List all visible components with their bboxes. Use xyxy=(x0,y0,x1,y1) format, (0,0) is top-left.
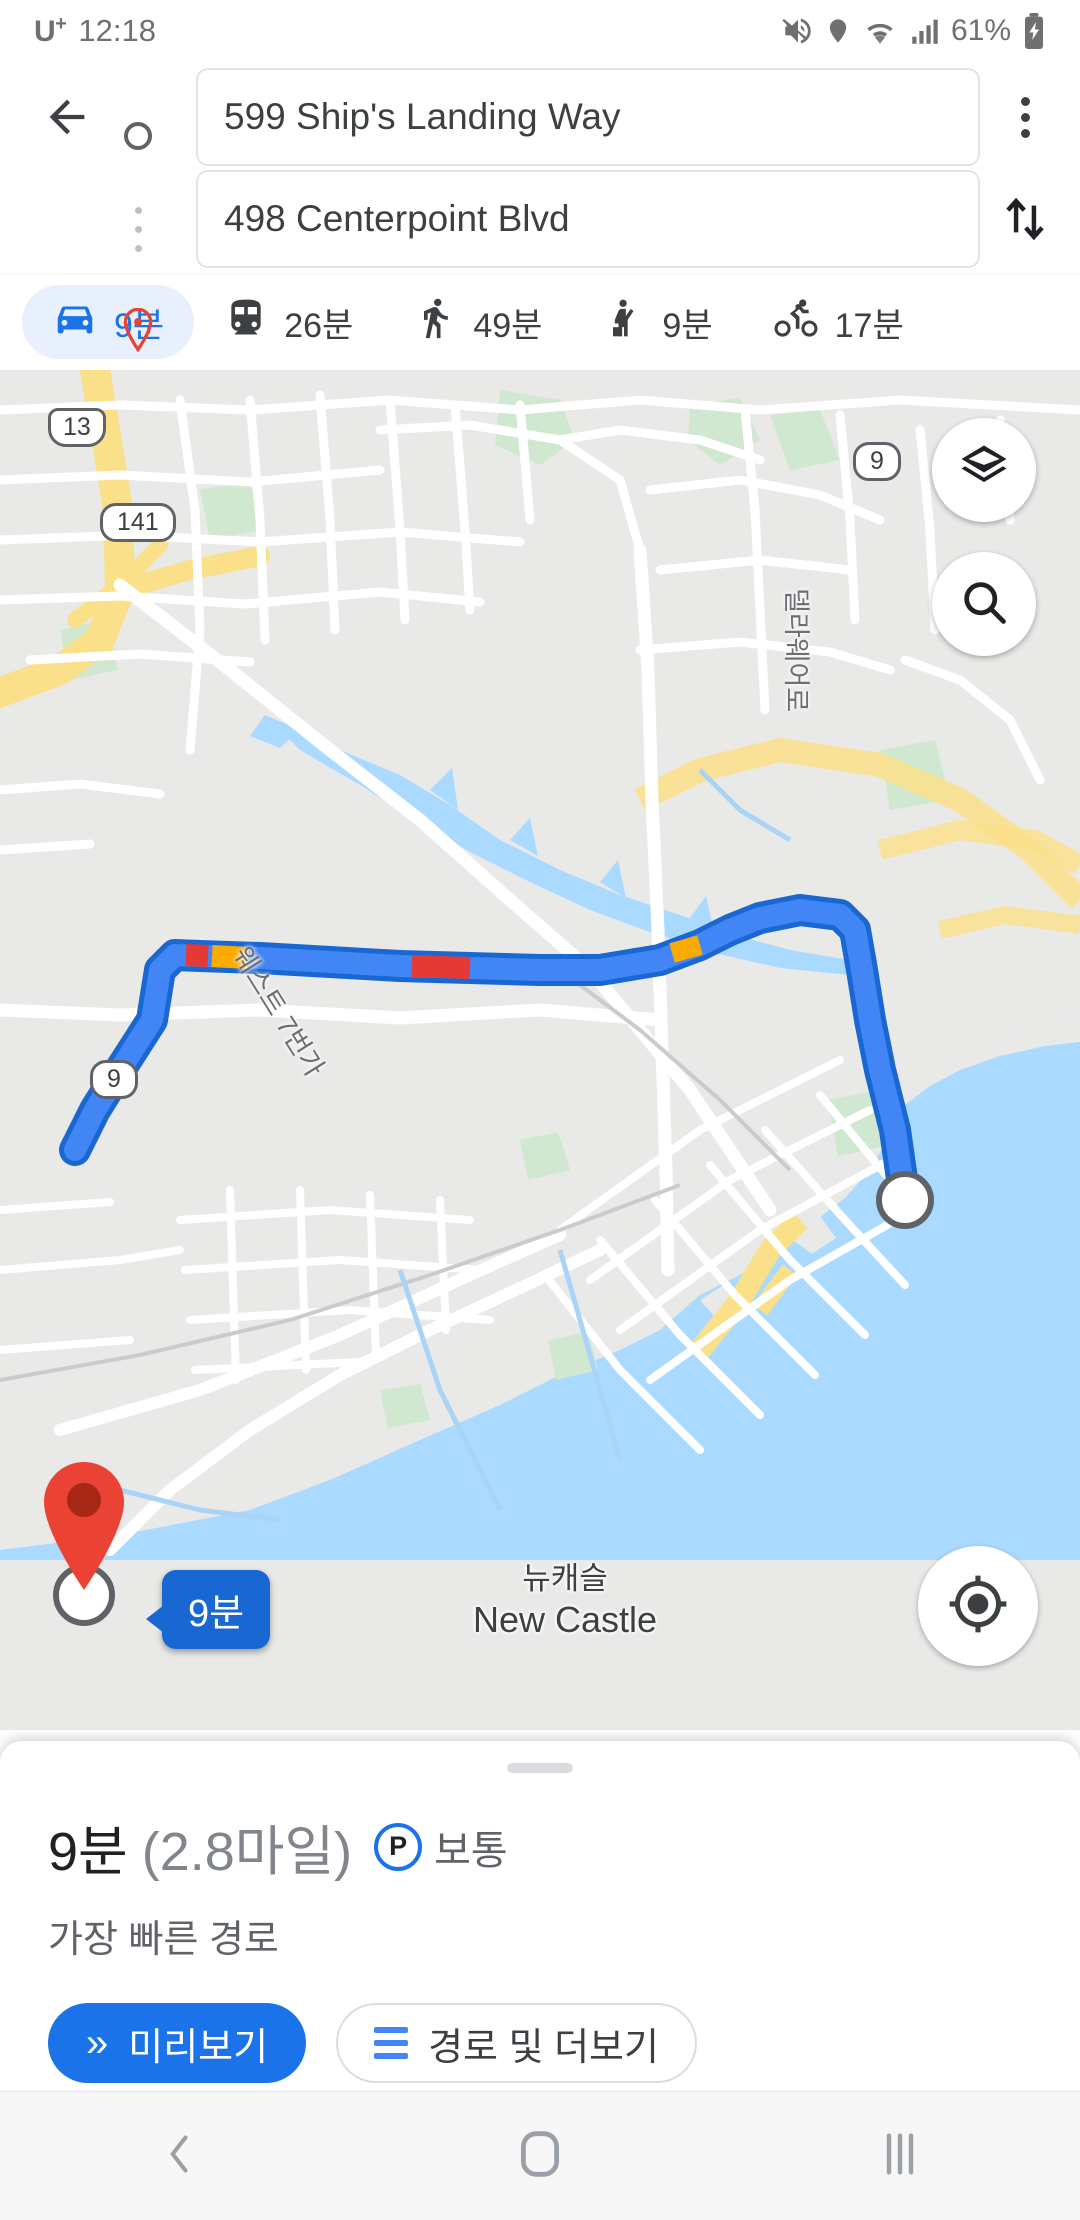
drag-handle[interactable] xyxy=(507,1763,573,1773)
steps-and-more-button[interactable]: 경로 및 더보기 xyxy=(336,2003,697,2083)
parking-difficulty: 보통 xyxy=(434,1828,508,1873)
recents-nav-icon xyxy=(878,2128,922,2185)
origin-marker xyxy=(876,1171,934,1229)
search-button[interactable] xyxy=(932,552,1036,656)
carrier-label: U+ xyxy=(34,13,67,48)
double-chevron-icon: » xyxy=(86,2021,109,2065)
origin-circle-icon xyxy=(124,122,152,150)
destination-pin-icon xyxy=(121,307,155,353)
back-nav-icon xyxy=(158,2126,202,2187)
sheet-actions: » 미리보기 경로 및 더보기 xyxy=(48,2003,1032,2083)
preview-button-label: 미리보기 xyxy=(128,2026,269,2069)
nav-home-button[interactable] xyxy=(465,2092,615,2220)
status-time: 12:18 xyxy=(78,13,156,48)
map-canvas[interactable]: 9분 뉴캐슬 New Castle 델라웨어로 웨스트 7번가 13 141 9… xyxy=(0,370,1080,1730)
bike-icon xyxy=(773,295,819,350)
mute-icon xyxy=(781,14,815,48)
preview-button[interactable]: » 미리보기 xyxy=(48,2003,307,2083)
status-bar: U+ 12:18 61% xyxy=(0,0,1080,62)
tab-rideshare-label: 9분 xyxy=(662,306,713,345)
battery-charging-icon xyxy=(1022,13,1046,49)
route-dot xyxy=(134,206,142,214)
swap-vertical-icon[interactable] xyxy=(994,188,1056,250)
route-header: 599 Ship's Landing Way 498 Centerpoint B… xyxy=(0,62,1080,353)
shield-9-south: 9 xyxy=(90,1060,138,1099)
tab-transit-label: 26분 xyxy=(284,306,354,345)
car-icon xyxy=(52,295,98,350)
signal-icon xyxy=(908,14,942,48)
parking-icon: P xyxy=(374,1822,423,1871)
traffic-heavy-segment xyxy=(411,955,471,979)
traffic-heavy-segment xyxy=(185,944,209,967)
location-icon xyxy=(824,14,852,48)
status-bar-right: 61% xyxy=(781,13,1046,49)
route-distance: (2.8마일) xyxy=(141,1822,353,1882)
status-bar-left: U+ 12:18 xyxy=(34,13,156,49)
list-icon xyxy=(374,2027,409,2059)
tab-walking[interactable]: 49분 xyxy=(383,285,572,359)
home-nav-icon xyxy=(516,2128,564,2185)
origin-input[interactable]: 599 Ship's Landing Way xyxy=(196,68,980,166)
place-label-en: New Castle xyxy=(472,1598,658,1640)
more-vert-icon[interactable] xyxy=(994,86,1056,148)
nav-recents-button[interactable] xyxy=(825,2092,975,2220)
layers-icon xyxy=(957,441,1011,500)
destination-map-marker[interactable] xyxy=(22,1440,152,1635)
endpoint-indicator-column xyxy=(106,122,170,353)
nav-back-button[interactable] xyxy=(105,2092,255,2220)
route-eta-badge[interactable]: 9분 xyxy=(145,1570,271,1649)
battery-percent: 61% xyxy=(950,14,1011,47)
route-dot xyxy=(134,225,142,233)
tab-transit[interactable]: 26분 xyxy=(194,285,383,359)
shield-141: 141 xyxy=(100,503,176,542)
steps-and-more-label: 경로 및 더보기 xyxy=(428,2026,659,2069)
shield-9-north: 9 xyxy=(853,442,901,481)
tab-cycling[interactable]: 17분 xyxy=(743,285,934,359)
route-summary-sheet: 9분 (2.8마일) P 보통 가장 빠른 경로 » 미리보기 경로 및 더보기 xyxy=(0,1741,1080,2091)
route-summary-title: 9분 (2.8마일) P 보통 xyxy=(48,1807,1032,1886)
tab-rideshare[interactable]: 9분 xyxy=(572,285,742,359)
route-duration: 9분 xyxy=(48,1822,128,1882)
tab-cycling-label: 17분 xyxy=(834,306,904,345)
route-subtitle: 가장 빠른 경로 xyxy=(48,1919,279,1961)
rideshare-icon xyxy=(602,296,646,349)
walk-icon xyxy=(413,296,457,349)
train-icon xyxy=(224,296,268,349)
route-dot xyxy=(134,244,142,252)
android-navigation-bar xyxy=(0,2091,1080,2220)
map-base-layer xyxy=(0,370,1080,1730)
road-label-delaware-ro: 델라웨어로 xyxy=(781,588,811,713)
route-dots xyxy=(134,203,142,256)
traffic-slow-segment xyxy=(669,935,703,963)
tab-walking-label: 49분 xyxy=(473,306,543,345)
destination-input[interactable]: 498 Centerpoint Blvd xyxy=(196,170,980,268)
place-label-new-castle: 뉴캐슬 New Castle xyxy=(400,1560,730,1642)
shield-us-13: 13 xyxy=(48,408,106,447)
wifi-icon xyxy=(861,14,899,48)
my-location-button[interactable] xyxy=(918,1546,1038,1666)
place-label-ko: 뉴캐슬 xyxy=(522,1561,608,1596)
my-location-icon xyxy=(947,1573,1009,1640)
search-icon xyxy=(958,576,1010,633)
back-button[interactable] xyxy=(36,86,98,148)
layers-button[interactable] xyxy=(932,418,1036,522)
